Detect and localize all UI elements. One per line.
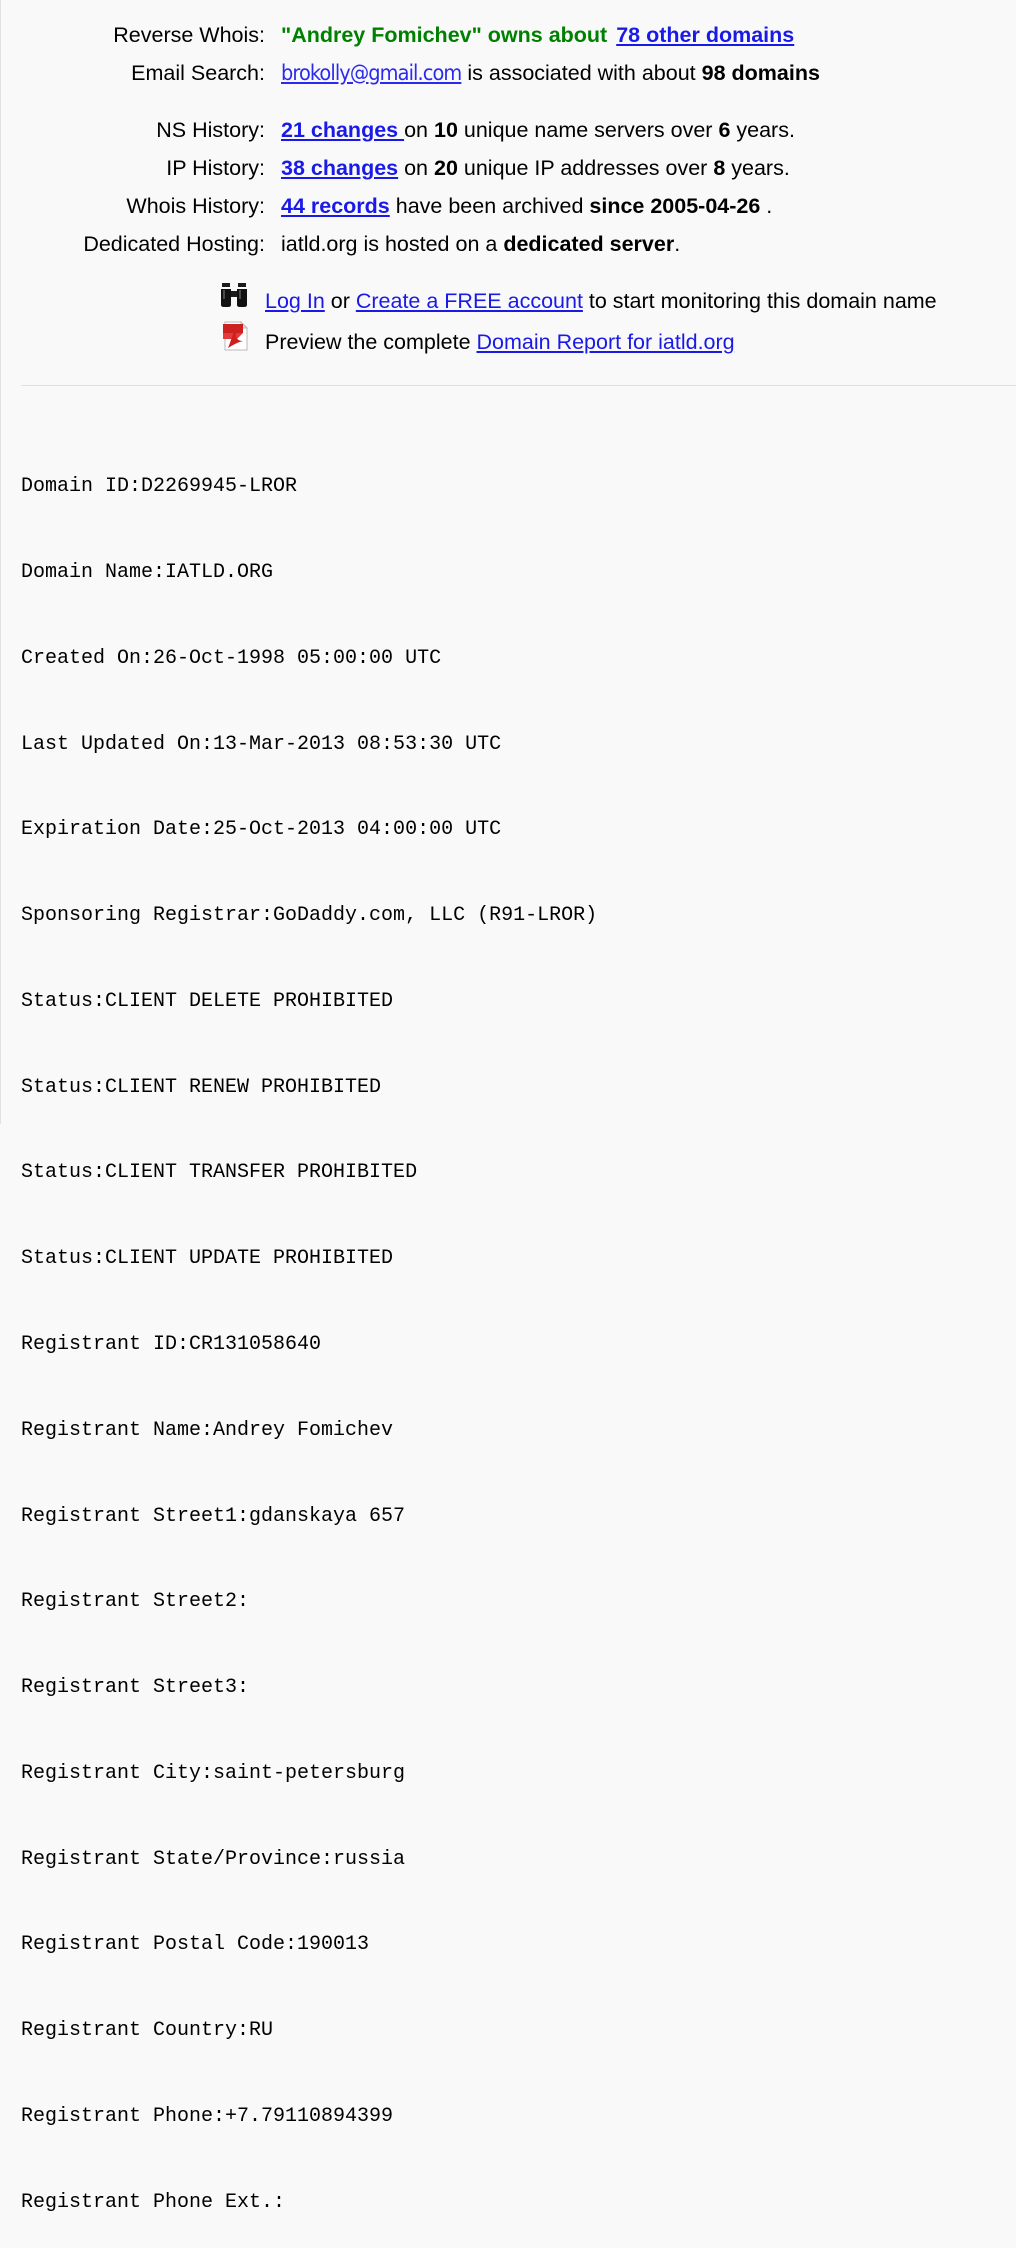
ip-history-row: IP History: 38 changes on 20 unique IP a… — [1, 149, 820, 187]
email-domain-count: 98 — [701, 61, 726, 85]
reverse-whois-label: Reverse Whois: — [113, 23, 265, 47]
whois-records-link[interactable]: 44 records — [281, 194, 390, 218]
ip-text-b: unique IP addresses over — [457, 156, 714, 180]
whois-line: Status:CLIENT TRANSFER PROHIBITED — [21, 1161, 418, 1185]
whois-line: Registrant Name:Andrey Fomichev — [21, 1418, 394, 1442]
ip-history-label: IP History: — [166, 156, 265, 180]
owner-name-text: "Andrey Fomichev" owns about — [281, 23, 608, 47]
whois-line: Status:CLIENT RENEW PROHIBITED — [21, 1075, 382, 1099]
pdf-icon-cell — [1, 320, 265, 363]
spacer-cell-right — [281, 93, 820, 111]
email-search-value: brokolly@gmail.com is associated with ab… — [281, 54, 820, 93]
raw-whois-record: Domain ID:D2269945-LROR Domain Name:IATL… — [21, 416, 597, 2248]
whois-line: Domain ID:D2269945-LROR — [21, 475, 298, 499]
ns-history-label: NS History: — [156, 118, 265, 142]
whois-line: Registrant ID:CR131058640 — [21, 1333, 322, 1356]
monitor-domain-row: Log In or Create a FREE account to start… — [1, 281, 937, 321]
monitor-tail-text: to start monitoring this domain name — [582, 289, 937, 313]
email-search-link[interactable]: brokolly@gmail.com — [281, 61, 462, 86]
email-search-mid-text: is associated with about — [461, 61, 702, 85]
dedicated-hosting-value: iatld.org is hosted on a dedicated serve… — [281, 225, 820, 263]
whois-text-b: . — [760, 194, 773, 218]
spacer-cell-right-2 — [281, 263, 820, 281]
ns-changes-link[interactable]: 21 changes — [281, 118, 404, 142]
ip-address-count: 20 — [434, 156, 458, 180]
ns-text-b: unique name servers over — [457, 118, 719, 142]
monitor-or-text: or — [324, 289, 356, 313]
whois-line: Registrant Phone:+7.79110894399 — [21, 2105, 394, 2129]
whois-line: Last Updated On:13-Mar-2013 08:53:30 UTC — [21, 732, 502, 756]
ip-history-value: 38 changes on 20 unique IP addresses ove… — [281, 149, 820, 187]
whois-history-label: Whois History: — [126, 194, 265, 218]
email-domain-count-suffix: domains — [725, 61, 820, 85]
ns-history-row: NS History: 21 changes on 10 unique name… — [1, 111, 820, 149]
monitor-domain-text: Log In or Create a FREE account to start… — [265, 282, 937, 320]
domain-report-row: Preview the complete Domain Report for i… — [1, 320, 937, 363]
ip-years: 8 — [713, 156, 726, 180]
ip-text-a: on — [398, 156, 434, 180]
whois-line: Created On:26-Oct-1998 05:00:00 UTC — [21, 646, 442, 670]
dedicated-hosting-row: Dedicated Hosting: iatld.org is hosted o… — [1, 225, 820, 263]
whois-line: Registrant Postal Code:190013 — [21, 1933, 370, 1957]
whois-line: Registrant Street2: — [21, 1590, 250, 1614]
whois-line: Domain Name:IATLD.ORG — [21, 560, 274, 584]
domain-report-text: Preview the complete Domain Report for i… — [265, 323, 735, 361]
whois-line: Registrant State/Province:russia — [21, 1847, 406, 1871]
domain-report-link[interactable]: Domain Report for iatld.org — [477, 330, 735, 354]
spacer-cell-left — [1, 93, 281, 111]
whois-text-a: have been archived — [389, 194, 590, 218]
ns-text-c: years. — [730, 118, 795, 142]
create-free-account-link[interactable]: Create a FREE account — [356, 289, 583, 313]
dedicated-hosting-label: Dedicated Hosting: — [83, 232, 265, 256]
binoculars-icon-cell — [1, 281, 265, 321]
whois-line: Sponsoring Registrar:GoDaddy.com, LLC (R… — [21, 904, 598, 928]
ns-years: 6 — [718, 118, 731, 142]
binoculars-icon — [219, 281, 249, 321]
spacer-cell-left-2 — [1, 263, 281, 281]
ns-server-count: 10 — [433, 118, 458, 142]
hosting-server-type: dedicated server — [503, 232, 675, 256]
other-domains-link[interactable]: 78 other domains — [616, 23, 794, 47]
whois-line: Registrant Phone Ext.: — [21, 2190, 286, 2214]
whois-line: Status:CLIENT DELETE PROHIBITED — [21, 989, 394, 1013]
whois-line: Status:CLIENT UPDATE PROHIBITED — [21, 1247, 394, 1271]
whois-result-page: Reverse Whois: "Andrey Fomichev" owns ab… — [0, 0, 1016, 2214]
whois-since-date: since 2005-04-26 — [589, 194, 761, 218]
whois-line: Registrant Street3: — [21, 1676, 250, 1700]
row-spacer-2 — [1, 263, 820, 281]
reverse-whois-row: Reverse Whois: "Andrey Fomichev" owns ab… — [1, 16, 820, 54]
ip-text-c: years. — [725, 156, 790, 180]
email-search-label: Email Search: — [131, 61, 265, 85]
section-divider — [21, 385, 1016, 386]
hosting-text-a: iatld.org is hosted on a — [281, 232, 504, 256]
summary-section: Reverse Whois: "Andrey Fomichev" owns ab… — [1, 16, 937, 363]
hosting-text-b: . — [674, 232, 681, 256]
ip-changes-link[interactable]: 38 changes — [281, 156, 398, 180]
log-in-link[interactable]: Log In — [265, 289, 325, 313]
report-lead-text: Preview the complete — [265, 330, 477, 354]
whois-line: Registrant Street1:gdanskaya 657 — [21, 1504, 406, 1528]
whois-history-row: Whois History: 44 records have been arch… — [1, 187, 820, 225]
whois-line: Registrant City:saint-petersburg — [21, 1761, 406, 1785]
reverse-whois-value: "Andrey Fomichev" owns about 78 other dom… — [281, 16, 820, 54]
ns-text-a: on — [404, 118, 434, 142]
pdf-icon[interactable] — [223, 320, 249, 363]
email-search-row: Email Search: brokolly@gmail.com is asso… — [1, 54, 820, 93]
whois-line: Registrant Country:RU — [21, 2019, 274, 2043]
whois-history-value: 44 records have been archived since 2005… — [281, 187, 820, 225]
whois-line: Expiration Date:25-Oct-2013 04:00:00 UTC — [21, 818, 502, 842]
row-spacer — [1, 93, 820, 111]
ns-history-value: 21 changes on 10 unique name servers ove… — [281, 111, 820, 149]
summary-table: Reverse Whois: "Andrey Fomichev" owns ab… — [1, 16, 820, 281]
